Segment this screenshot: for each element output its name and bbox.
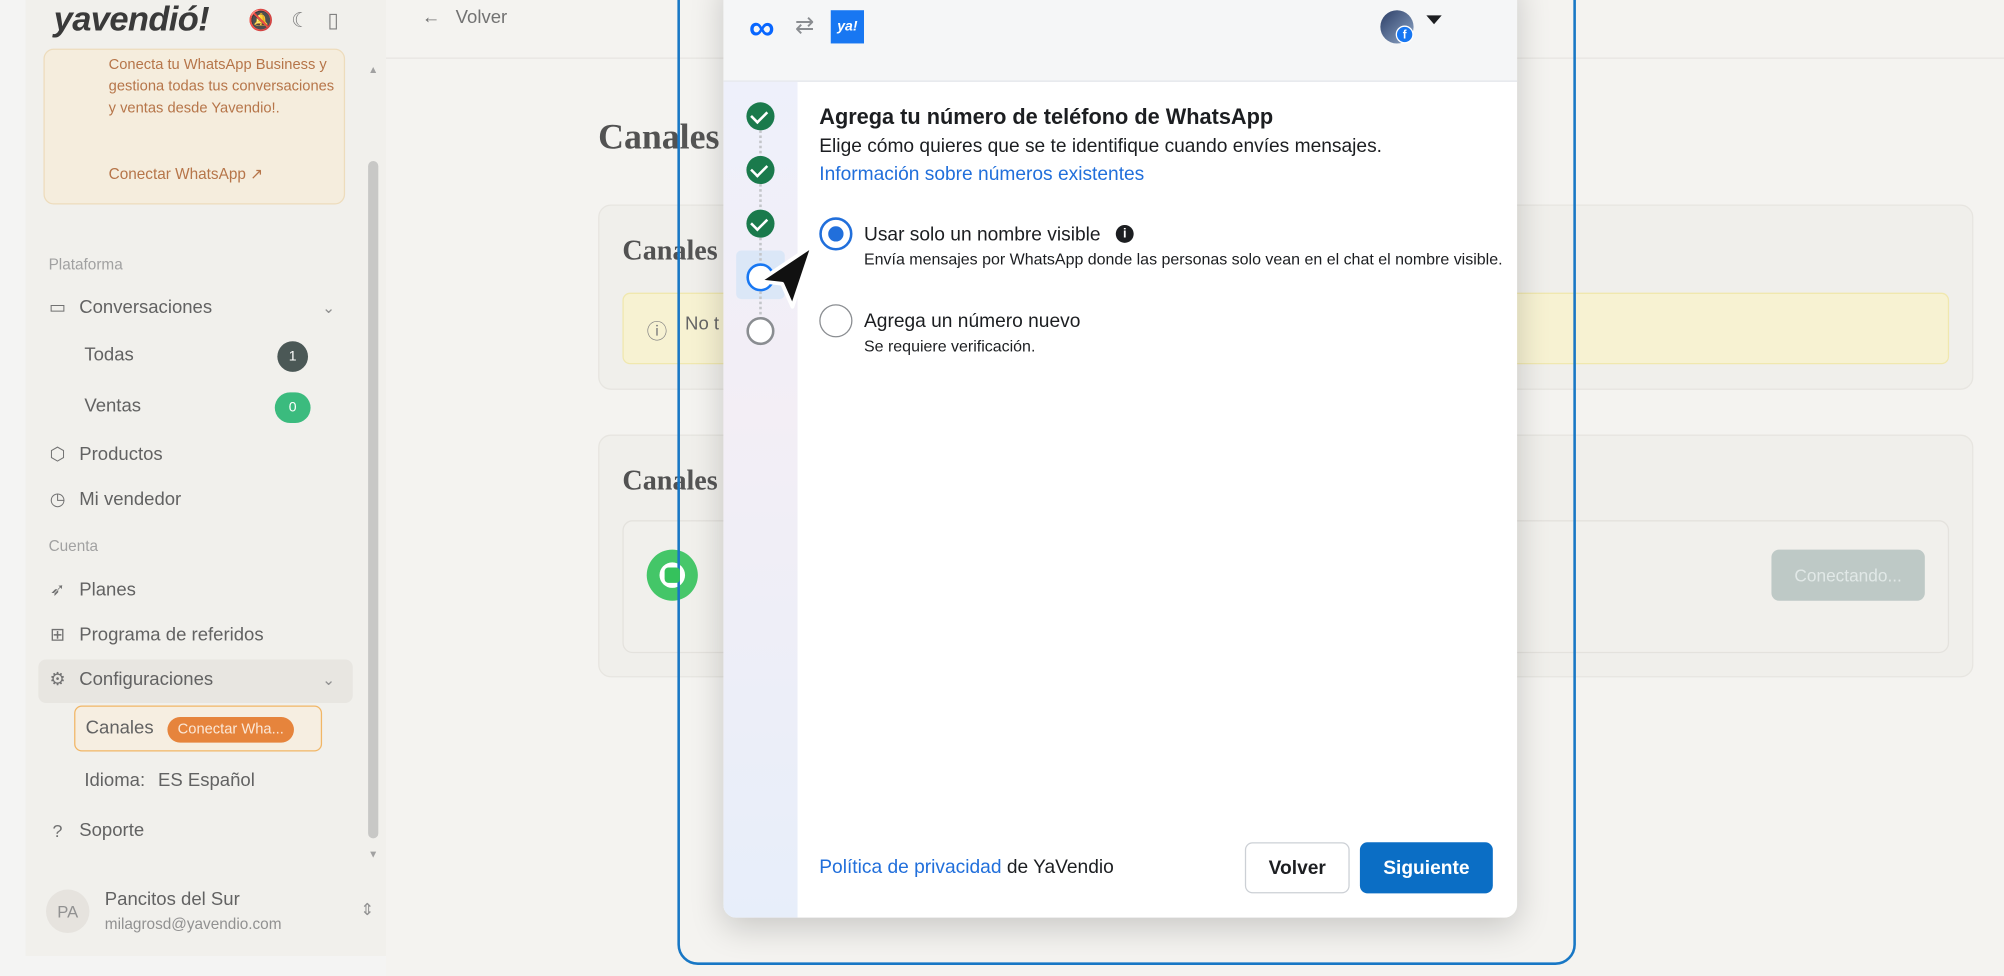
dialog-header: ∞ ⇄ ya! f [723,0,1518,82]
existing-numbers-link[interactable]: Información sobre números existentes [819,164,1144,186]
step-connector [759,184,762,208]
option-description: Se requiere verificación. [863,337,1036,356]
meta-logo-icon: ∞ [748,7,775,48]
progress-steps [723,81,798,918]
dialog-title: Agrega tu número de teléfono de WhatsApp [819,104,1274,130]
embedded-signup-dialog: ∞ ⇄ ya! f Agrega tu número de teléfono d… [723,0,1518,918]
mouse-cursor-icon [757,243,815,309]
back-button[interactable]: Volver [1244,842,1350,894]
screen: yavendió! 🔕 ☾ ▯ Conecta tu WhatsApp Busi… [0,0,2004,976]
option-label[interactable]: Usar solo un nombre visible [864,224,1101,246]
step-done-icon [746,209,775,238]
option-label[interactable]: Agrega un número nuevo [864,311,1080,333]
info-icon[interactable]: i [1115,224,1134,243]
step-connector [759,130,762,154]
new-number-radio[interactable] [819,304,853,338]
sync-icon: ⇄ [794,12,815,39]
caret-down-icon[interactable] [1426,15,1442,25]
display-name-radio[interactable] [819,217,853,251]
dialog-subtitle: Elige cómo quieres que se te identifique… [819,135,1382,158]
facebook-icon: f [1395,25,1414,44]
privacy-policy-link[interactable]: Política de privacidad [819,856,1001,878]
option-description: Envía mensajes por WhatsApp donde las pe… [863,250,1503,269]
yavendio-logo: ya! [830,10,864,44]
next-button[interactable]: Siguiente [1359,842,1493,894]
step-done-icon [746,102,775,131]
step-pending-icon [746,316,775,346]
privacy-policy-tail: de YaVendio [1001,856,1114,879]
step-done-icon [746,155,775,185]
privacy-policy: Política de privacidad de YaVendio [819,856,1114,878]
